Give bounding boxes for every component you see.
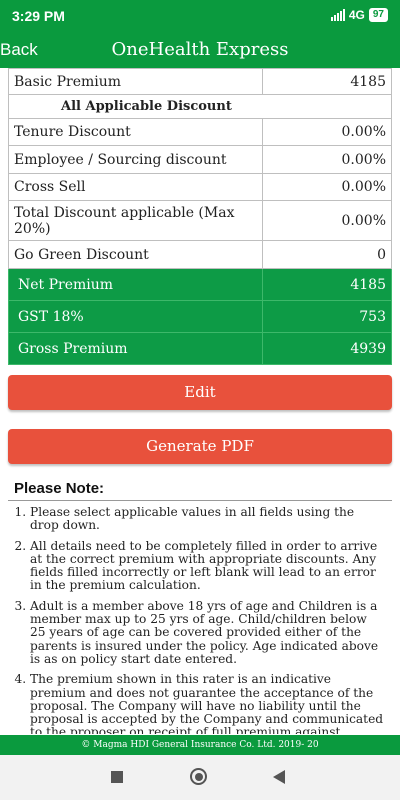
app-bar: Back OneHealth Express — [0, 32, 400, 68]
list-item: All details need to be completely filled… — [30, 539, 384, 593]
table-row: Basic Premium 4185 — [8, 68, 392, 95]
gross-premium-label: Gross Premium — [8, 332, 263, 365]
cross-sell-label: Cross Sell — [8, 173, 263, 201]
status-icons: 4G 97 — [330, 8, 388, 22]
gross-premium-value: 4939 — [262, 332, 392, 365]
battery-icon: 97 — [368, 8, 388, 22]
status-time: 3:29 PM — [12, 8, 65, 24]
table-row: Go Green Discount 0 — [8, 240, 392, 269]
tenure-discount-value: 0.00% — [262, 118, 392, 146]
net-premium-value: 4185 — [262, 268, 392, 301]
total-discount-value: 0.00% — [262, 200, 392, 241]
basic-premium-value: 4185 — [262, 68, 392, 95]
app-title: OneHealth Express — [111, 39, 289, 60]
back-triangle-icon[interactable] — [273, 770, 285, 784]
status-bar: 3:29 PM 4G 97 — [0, 0, 400, 32]
cross-sell-value: 0.00% — [262, 173, 392, 201]
tenure-discount-label: Tenure Discount — [8, 118, 263, 146]
notes-list: Please select applicable values in all f… — [8, 506, 392, 734]
network-label: 4G — [348, 8, 365, 22]
table-row: Total Discount applicable (Max 20%) 0.00… — [8, 200, 392, 241]
employee-discount-label: Employee / Sourcing discount — [8, 145, 263, 174]
list-item: Please select applicable values in all f… — [30, 506, 384, 533]
gst-value: 753 — [262, 300, 392, 333]
total-discount-label: Total Discount applicable (Max 20%) — [8, 200, 263, 241]
signal-icon — [330, 9, 345, 21]
go-green-discount-label: Go Green Discount — [8, 240, 263, 269]
notes-title: Please Note: — [14, 480, 105, 497]
list-item: The premium shown in this rater is an in… — [30, 673, 384, 734]
basic-premium-label: Basic Premium — [8, 68, 263, 95]
table-row: Employee / Sourcing discount 0.00% — [8, 145, 392, 174]
generate-pdf-button[interactable]: Generate PDF — [8, 429, 392, 464]
table-row: Tenure Discount 0.00% — [8, 118, 392, 146]
table-row: All Applicable Discount — [8, 94, 392, 119]
employee-discount-value: 0.00% — [262, 145, 392, 174]
system-nav-bar — [0, 755, 400, 800]
discount-header: All Applicable Discount — [8, 94, 392, 119]
premium-table: Basic Premium 4185 All Applicable Discou… — [8, 68, 392, 365]
table-row: GST 18% 753 — [8, 300, 392, 333]
notes-divider — [8, 500, 392, 501]
list-item: Adult is a member above 18 yrs of age an… — [30, 599, 384, 666]
gst-label: GST 18% — [8, 300, 263, 333]
table-row: Net Premium 4185 — [8, 268, 392, 301]
recents-icon[interactable] — [111, 771, 123, 783]
net-premium-label: Net Premium — [8, 268, 263, 301]
footer-copyright: © Magma HDI General Insurance Co. Ltd. 2… — [0, 735, 400, 755]
table-row: Gross Premium 4939 — [8, 332, 392, 365]
home-icon[interactable] — [190, 768, 207, 785]
table-row: Cross Sell 0.00% — [8, 173, 392, 201]
go-green-discount-value: 0 — [262, 240, 392, 269]
edit-button[interactable]: Edit — [8, 375, 392, 410]
